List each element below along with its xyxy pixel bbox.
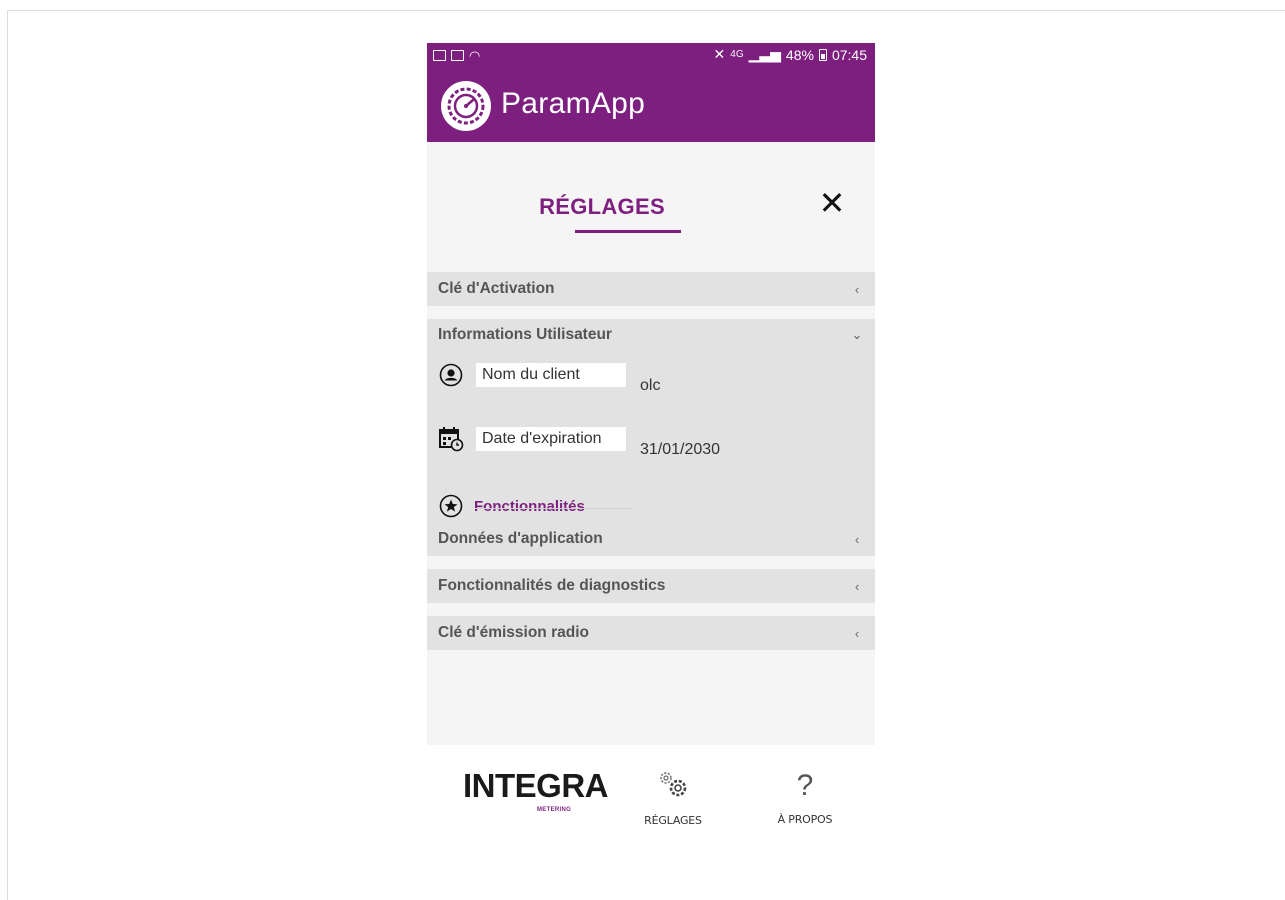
phone-screen: ◠ ✕ 4G ▁▃▅ 48% 07:45 ParamApp RÉGLAGES ✕… (427, 43, 875, 855)
battery-percent: 48% (785, 46, 814, 63)
status-icons-right: ✕ 4G ▁▃▅ 48% 07:45 (714, 46, 867, 63)
settings-panel: RÉGLAGES ✕ Clé d'Activation ‹ Informatio… (427, 142, 875, 745)
bottom-nav: INTEGRA METERING RÉGLAGES ? À PROPOS (427, 745, 875, 855)
signal-icon: ▁▃▅ (748, 46, 781, 62)
expiry-date-value: 31/01/2030 (640, 441, 721, 458)
battery-icon (818, 48, 827, 61)
brand-sub: METERING (537, 807, 572, 813)
mute-icon: ✕ (713, 46, 726, 62)
section-application-data[interactable]: Données d'application ‹ (427, 522, 875, 556)
section-user-info[interactable]: Informations Utilisateur ⌄ (427, 319, 875, 350)
nav-settings-label: RÉGLAGES (644, 814, 702, 827)
close-button[interactable]: ✕ (817, 187, 847, 219)
wifi-icon: ◠ (469, 47, 481, 63)
chevron-left-icon: ‹ (854, 625, 860, 641)
clock: 07:45 (831, 46, 867, 63)
panel-title: RÉGLAGES (539, 194, 665, 219)
nav-settings[interactable]: RÉGLAGES (623, 767, 723, 827)
app-title: ParamApp (501, 87, 646, 120)
chevron-left-icon: ‹ (854, 531, 860, 547)
section-label: Clé d'émission radio (438, 624, 589, 641)
client-row: Nom du client (438, 362, 626, 388)
question-icon: ? (796, 769, 814, 802)
user-icon (438, 362, 464, 388)
app-bar: ◠ ✕ 4G ▁▃▅ 48% 07:45 ParamApp (427, 43, 875, 142)
app-logo-icon (441, 81, 491, 131)
gears-icon (660, 772, 687, 797)
divider (475, 508, 633, 509)
nav-about-label: À PROPOS (777, 813, 833, 826)
section-radio-key[interactable]: Clé d'émission radio ‹ (427, 616, 875, 650)
expiry-row: Date d'expiration (438, 426, 626, 452)
title-underline (575, 230, 681, 233)
section-label: Données d'application (438, 530, 603, 547)
status-icons-left: ◠ (433, 47, 480, 63)
mail-icon (451, 49, 464, 61)
calendar-clock-icon (438, 426, 464, 452)
section-label: Clé d'Activation (438, 280, 555, 297)
section-label: Fonctionnalités de diagnostics (438, 577, 666, 594)
brand-name: INTEGRA (463, 767, 609, 804)
star-icon (438, 493, 464, 519)
nav-about[interactable]: ? À PROPOS (755, 767, 855, 826)
client-name-value: olc (640, 377, 661, 394)
chevron-left-icon: ‹ (854, 578, 860, 594)
image-icon (433, 49, 446, 61)
features-link[interactable]: Fonctionnalités (474, 498, 585, 515)
section-diagnostics[interactable]: Fonctionnalités de diagnostics ‹ (427, 569, 875, 603)
section-activation-key[interactable]: Clé d'Activation ‹ (427, 272, 875, 306)
section-label: Informations Utilisateur (438, 325, 612, 343)
user-info-body: Nom du client olc Date d'expiration 31/0… (427, 350, 875, 532)
chevron-down-icon: ⌄ (851, 326, 863, 342)
features-row[interactable]: Fonctionnalités (438, 493, 585, 519)
client-name-label: Nom du client (476, 363, 626, 387)
network-type: 4G (730, 49, 744, 60)
chevron-left-icon: ‹ (854, 281, 860, 297)
integra-logo: INTEGRA METERING (463, 767, 609, 813)
expiry-date-label: Date d'expiration (476, 427, 626, 451)
